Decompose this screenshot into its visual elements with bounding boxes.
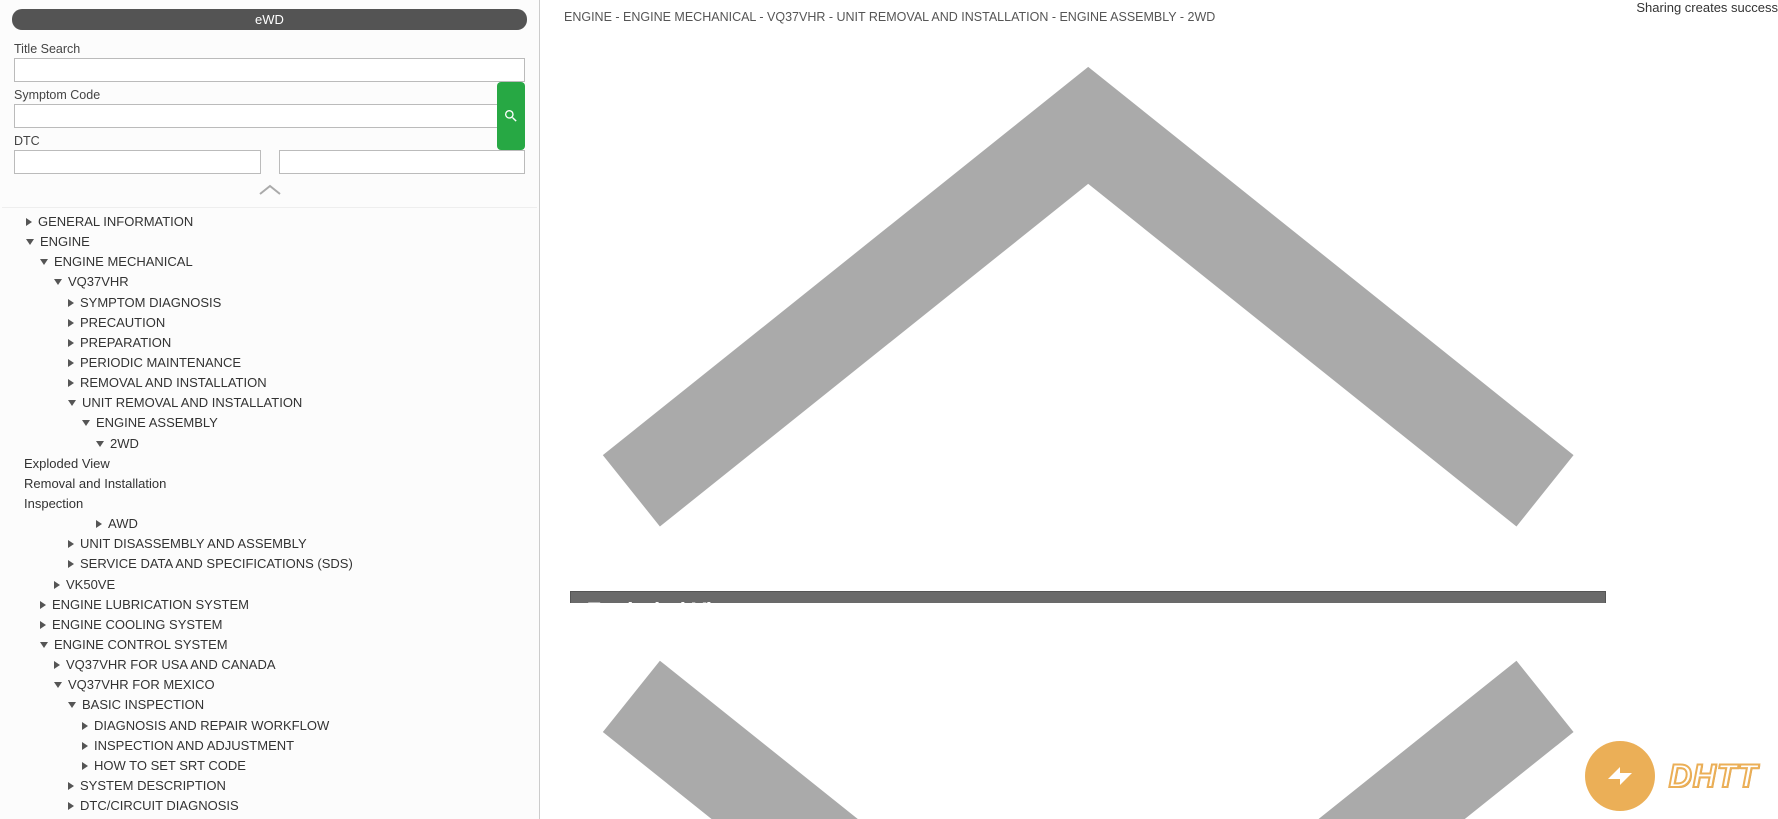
content-area[interactable]: Exploded View SEC. 112 [540, 587, 1636, 603]
tree-item-dtc-circuit[interactable]: DTC/CIRCUIT DIAGNOSIS [64, 796, 525, 816]
search-icon [503, 108, 519, 124]
symptom-code-label: Symptom Code [14, 88, 525, 102]
watermark-slogan: Sharing creates success [1636, 0, 1778, 819]
tree-item-srt-code[interactable]: HOW TO SET SRT CODE [78, 756, 525, 776]
tree-item-diagnosis-workflow[interactable]: DIAGNOSIS AND REPAIR WORKFLOW [78, 716, 525, 736]
nav-tree[interactable]: GENERAL INFORMATION ENGINE ENGINE MECHAN… [2, 207, 537, 819]
breadcrumb: ENGINE - ENGINE MECHANICAL - VQ37VHR - U… [540, 0, 1636, 32]
tree-item-sds[interactable]: SERVICE DATA AND SPECIFICATIONS (SDS) [64, 554, 525, 574]
tree-item-system-description[interactable]: SYSTEM DESCRIPTION [64, 776, 525, 796]
dtc-input-2[interactable] [279, 150, 526, 174]
tree-item-inspection[interactable]: Inspection [20, 494, 525, 514]
tree-item-symptom-diagnosis[interactable]: SYMPTOM DIAGNOSIS [64, 293, 525, 313]
tree-item-engine-lubrication[interactable]: ENGINE LUBRICATION SYSTEM [36, 595, 525, 615]
title-search-label: Title Search [14, 42, 525, 56]
tree-item-periodic-maintenance[interactable]: PERIODIC MAINTENANCE [64, 353, 525, 373]
tree-item-basic-inspection[interactable]: BASIC INSPECTION [64, 695, 525, 715]
collapse-search-toggle[interactable] [0, 182, 539, 201]
ewd-button[interactable]: eWD [12, 9, 527, 30]
tree-item-engine-assembly[interactable]: ENGINE ASSEMBLY [78, 413, 525, 433]
tree-item-vq37vhr-mexico[interactable]: VQ37VHR FOR MEXICO [50, 675, 525, 695]
tree-item-inspection-adjustment[interactable]: INSPECTION AND ADJUSTMENT [78, 736, 525, 756]
tree-item-unit-disassembly[interactable]: UNIT DISASSEMBLY AND ASSEMBLY [64, 534, 525, 554]
tree-item-exploded-view[interactable]: Exploded View [20, 454, 525, 474]
tree-item-unit-removal-installation[interactable]: UNIT REMOVAL AND INSTALLATION [64, 393, 525, 413]
tree-item-engine-control[interactable]: ENGINE CONTROL SYSTEM [36, 635, 525, 655]
tree-item-engine-mechanical[interactable]: ENGINE MECHANICAL [36, 252, 525, 272]
chevron-down-icon [540, 605, 1636, 819]
title-search-input[interactable] [14, 58, 525, 82]
symptom-code-select[interactable] [14, 104, 525, 128]
chevron-up-icon [540, 34, 1636, 582]
search-area: Title Search Symptom Code DTC [0, 38, 539, 182]
section-title: Exploded View [570, 591, 1606, 603]
tree-item-removal-and-installation[interactable]: Removal and Installation [20, 474, 525, 494]
content-collapse-down[interactable] [540, 603, 1636, 819]
tree-item-preparation[interactable]: PREPARATION [64, 333, 525, 353]
chevron-up-icon [258, 184, 282, 196]
tree-item-removal-installation[interactable]: REMOVAL AND INSTALLATION [64, 373, 525, 393]
search-button[interactable] [497, 82, 525, 150]
right-panel: ENGINE - ENGINE MECHANICAL - VQ37VHR - U… [540, 0, 1636, 819]
tree-item-vk50ve[interactable]: VK50VE [50, 575, 525, 595]
dtc-label: DTC [14, 134, 525, 148]
tree-item-general-information[interactable]: GENERAL INFORMATION [22, 212, 525, 232]
tree-item-awd[interactable]: AWD [92, 514, 525, 534]
left-panel: eWD Title Search Symptom Code DTC [0, 0, 540, 819]
dtc-input-1[interactable] [14, 150, 261, 174]
tree-item-precaution[interactable]: PRECAUTION [64, 313, 525, 333]
tree-item-vq37vhr[interactable]: VQ37VHR [50, 272, 525, 292]
tree-item-vq37vhr-usa[interactable]: VQ37VHR FOR USA AND CANADA [50, 655, 525, 675]
content-collapse-up[interactable] [540, 32, 1636, 587]
tree-item-2wd[interactable]: 2WD [92, 434, 525, 454]
tree-item-engine[interactable]: ENGINE [22, 232, 525, 252]
tree-item-engine-cooling[interactable]: ENGINE COOLING SYSTEM [36, 615, 525, 635]
